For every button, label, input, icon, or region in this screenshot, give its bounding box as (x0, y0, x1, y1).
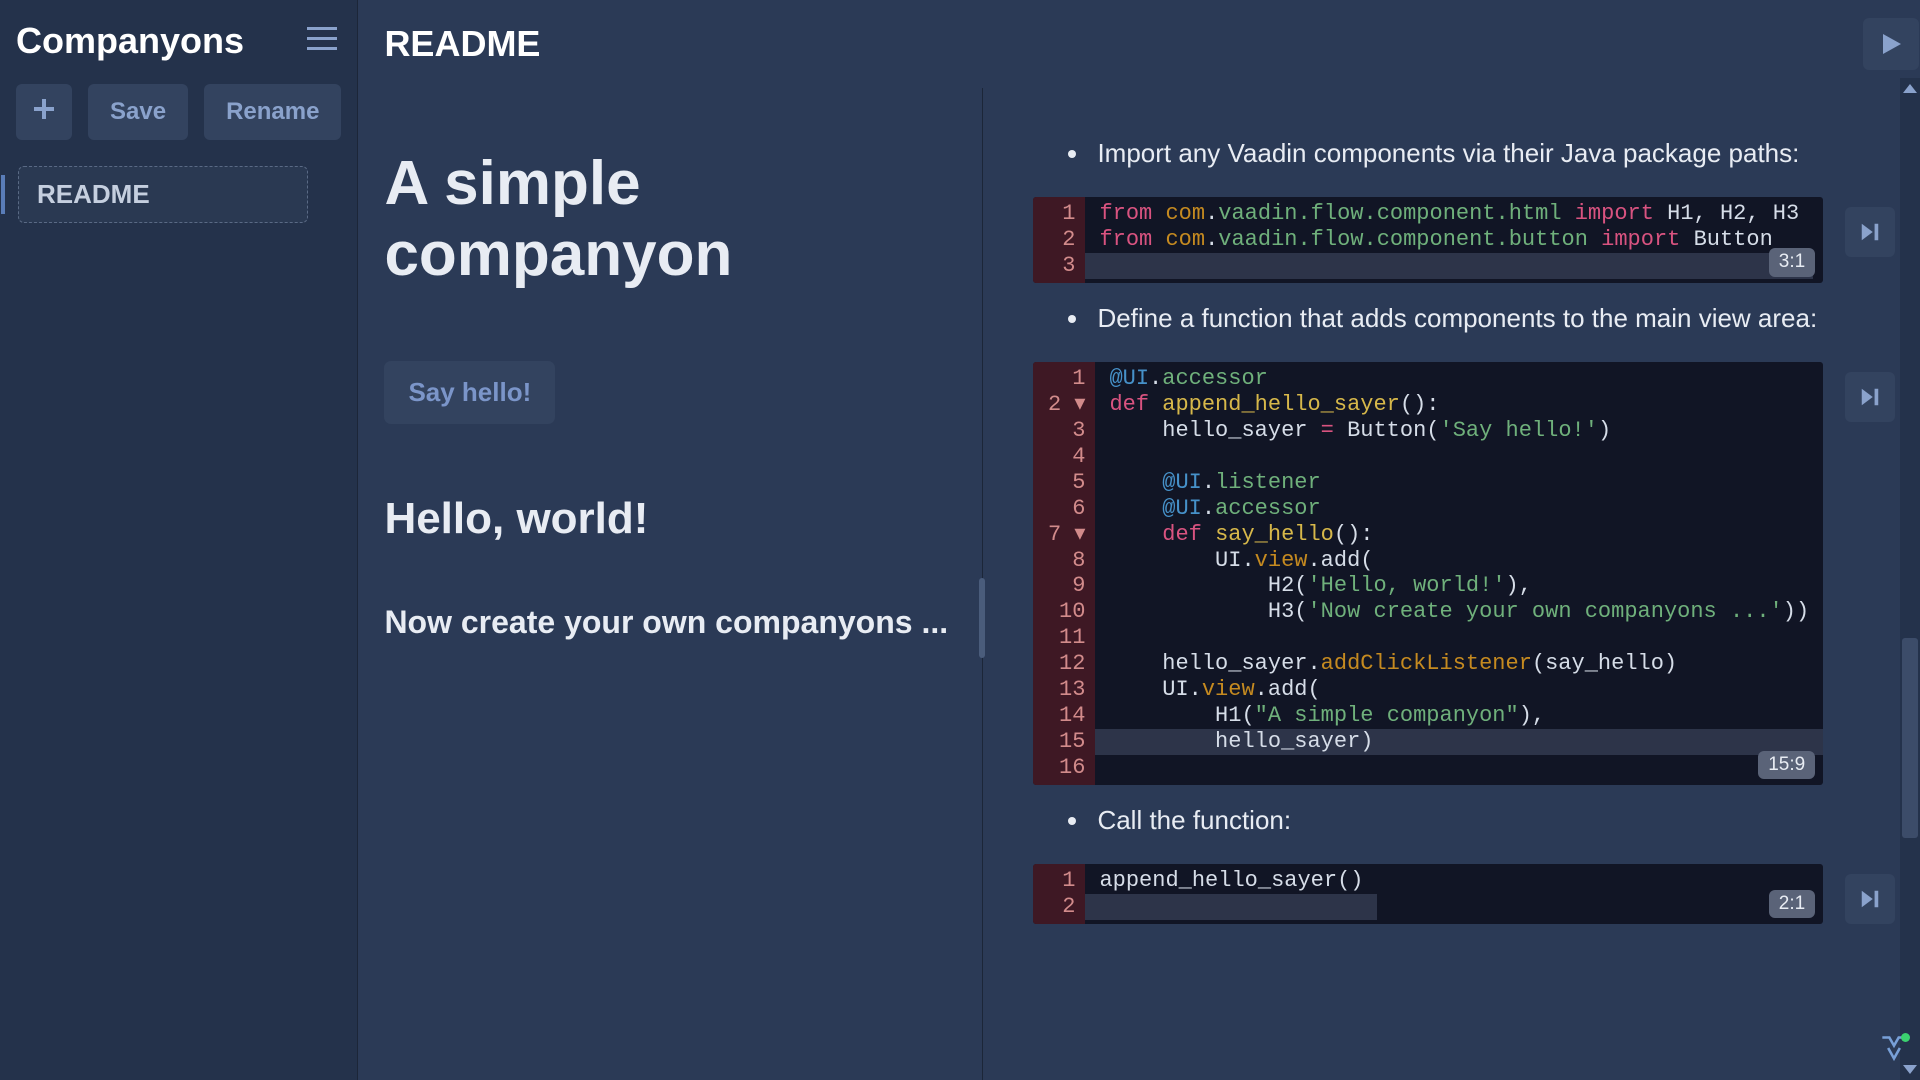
scroll-up-icon[interactable] (1903, 84, 1917, 93)
code-block-1[interactable]: 123from com.vaadin.flow.component.html i… (1033, 197, 1823, 283)
step-forward-icon (1859, 386, 1881, 408)
step-forward-icon (1859, 221, 1881, 243)
preview-heading-2: Hello, world! (384, 494, 956, 544)
split-handle[interactable] (979, 578, 985, 658)
file-list: README (0, 156, 357, 233)
code-row-2: 12 ▾34567 ▾8910111213141516@UI.accessord… (1033, 362, 1895, 785)
code-row-3: 12append_hello_sayer() 2:1 (1033, 864, 1895, 924)
main-header: README (358, 0, 1920, 88)
status-dot-icon (1901, 1033, 1910, 1042)
save-button[interactable]: Save (88, 84, 188, 140)
file-item-readme[interactable]: README (18, 166, 308, 223)
plus-icon (32, 97, 56, 121)
vertical-scrollbar[interactable] (1900, 78, 1920, 1080)
rename-button[interactable]: Rename (204, 84, 341, 140)
run-cell-button-3[interactable] (1845, 874, 1895, 924)
scroll-down-icon[interactable] (1903, 1065, 1917, 1074)
content-split: A simple companyon Say hello! Hello, wor… (358, 88, 1920, 1080)
main: README A simple companyon Say hello! Hel… (358, 0, 1920, 1080)
sidebar: Companyons Save Rename README (0, 0, 358, 1080)
menu-icon[interactable] (307, 27, 337, 56)
code-row-1: 123from com.vaadin.flow.component.html i… (1033, 197, 1895, 283)
page-title: README (384, 23, 540, 65)
run-cell-button-2[interactable] (1845, 372, 1895, 422)
cursor-position-2: 15:9 (1758, 751, 1815, 779)
preview-heading-3: Now create your own companyons ... (384, 604, 956, 641)
say-hello-button[interactable]: Say hello! (384, 361, 555, 424)
sidebar-header: Companyons (0, 0, 357, 74)
instruction-text-1: Import any Vaadin components via their J… (1091, 138, 1895, 169)
instruction-bullet: Import any Vaadin components via their J… (1063, 138, 1895, 169)
instruction-bullet: Call the function: (1063, 805, 1895, 836)
code-block-2[interactable]: 12 ▾34567 ▾8910111213141516@UI.accessord… (1033, 362, 1823, 785)
preview-pane: A simple companyon Say hello! Hello, wor… (358, 88, 983, 1080)
brand-title: Companyons (16, 20, 244, 62)
code-block-3[interactable]: 12append_hello_sayer() 2:1 (1033, 864, 1823, 924)
cursor-position-3: 2:1 (1769, 890, 1815, 918)
instruction-text-3: Call the function: (1091, 805, 1895, 836)
cursor-position-1: 3:1 (1769, 248, 1815, 276)
editor-pane: Import any Vaadin components via their J… (983, 88, 1920, 1080)
instruction-bullet: Define a function that adds components t… (1063, 303, 1895, 334)
vaadin-badge-icon[interactable] (1880, 1035, 1908, 1066)
add-button[interactable] (16, 84, 72, 140)
instruction-text-2: Define a function that adds components t… (1091, 303, 1895, 334)
run-cell-button-1[interactable] (1845, 207, 1895, 257)
step-forward-icon (1859, 888, 1881, 910)
play-icon (1879, 32, 1903, 56)
preview-heading-1: A simple companyon (384, 148, 956, 291)
run-button[interactable] (1863, 18, 1919, 70)
sidebar-toolbar: Save Rename (0, 74, 357, 156)
scroll-thumb[interactable] (1902, 638, 1918, 838)
